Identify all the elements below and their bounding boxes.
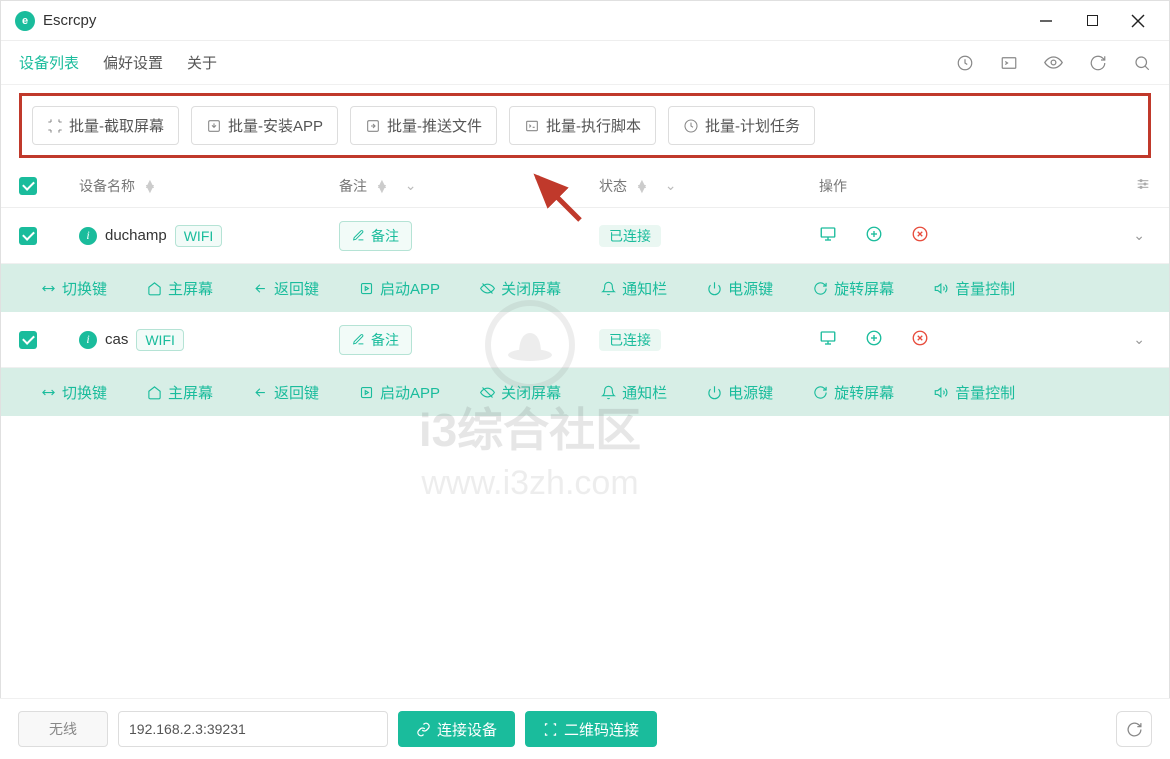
action-switch-key[interactable]: 切换键 [41,382,107,403]
action-row: 切换键 主屏幕 返回键 启动APP 关闭屏幕 通知栏 电源键 旋转屏幕 音量控制 [1,368,1169,416]
action-notification[interactable]: 通知栏 [601,278,667,299]
action-notification[interactable]: 通知栏 [601,382,667,403]
remove-icon[interactable] [911,225,929,246]
action-launch-app[interactable]: 启动APP [359,278,440,299]
screen-icon[interactable] [819,225,837,246]
sort-icon: ▲▼ [375,181,389,191]
batch-script-label: 批量-执行脚本 [546,115,641,136]
batch-schedule-button[interactable]: 批量-计划任务 [668,106,815,145]
select-all-checkbox[interactable] [19,177,37,195]
action-close-screen[interactable]: 关闭屏幕 [480,382,561,403]
action-launch-app[interactable]: 启动APP [359,382,440,403]
action-volume[interactable]: 音量控制 [934,278,1015,299]
action-back[interactable]: 返回键 [253,382,319,403]
action-power[interactable]: 电源键 [707,382,773,403]
collapse-icon[interactable]: ⌄ [1059,331,1151,348]
action-home[interactable]: 主屏幕 [147,278,213,299]
header-name[interactable]: 设备名称▲▼ [79,176,339,196]
titlebar: e Escrcpy [1,1,1169,41]
refresh-icon[interactable] [1089,54,1107,72]
screen-icon[interactable] [819,329,837,350]
status-badge: 已连接 [599,329,661,351]
header-status[interactable]: 状态▲▼ ⌄ [599,176,819,196]
remark-button[interactable]: 备注 [339,325,412,355]
connect-button[interactable]: 连接设备 [398,711,515,747]
status-badge: 已连接 [599,225,661,247]
history-icon[interactable] [956,54,974,72]
action-close-screen[interactable]: 关闭屏幕 [480,278,561,299]
terminal-icon[interactable] [1000,54,1018,72]
header-operate: 操作 [819,176,1059,196]
header-remark[interactable]: 备注▲▼ ⌄ [339,176,599,196]
action-volume[interactable]: 音量控制 [934,382,1015,403]
batch-screenshot-label: 批量-截取屏幕 [69,115,164,136]
device-name: duchamp [105,227,167,244]
qr-connect-button[interactable]: 二维码连接 [525,711,657,747]
add-icon[interactable] [865,225,883,246]
app-title: Escrcpy [43,12,96,29]
tab-about[interactable]: 关于 [187,52,217,73]
settings-icon[interactable] [1135,176,1151,195]
minimize-button[interactable] [1023,5,1069,37]
tab-row: 设备列表 偏好设置 关于 [1,41,1169,85]
remove-icon[interactable] [911,329,929,350]
action-back[interactable]: 返回键 [253,278,319,299]
row-checkbox[interactable] [19,331,37,349]
connection-mode[interactable]: 无线 [18,711,108,747]
search-icon[interactable] [1133,54,1151,72]
batch-push-label: 批量-推送文件 [387,115,482,136]
action-rotate[interactable]: 旋转屏幕 [813,278,894,299]
app-logo: e [15,11,35,31]
action-home[interactable]: 主屏幕 [147,382,213,403]
info-icon[interactable]: i [79,331,97,349]
action-power[interactable]: 电源键 [707,278,773,299]
collapse-icon[interactable]: ⌄ [1059,227,1151,244]
action-switch-key[interactable]: 切换键 [41,278,107,299]
refresh-button[interactable] [1116,711,1152,747]
batch-screenshot-button[interactable]: 批量-截取屏幕 [32,106,179,145]
batch-script-button[interactable]: 批量-执行脚本 [509,106,656,145]
remark-button[interactable]: 备注 [339,221,412,251]
close-button[interactable] [1115,5,1161,37]
batch-install-button[interactable]: 批量-安装APP [191,106,338,145]
batch-schedule-label: 批量-计划任务 [705,115,800,136]
action-rotate[interactable]: 旋转屏幕 [813,382,894,403]
maximize-button[interactable] [1069,5,1115,37]
add-icon[interactable] [865,329,883,350]
table-header: 设备名称▲▼ 备注▲▼ ⌄ 状态▲▼ ⌄ 操作 [1,164,1169,208]
sort-icon: ▲▼ [635,181,649,191]
address-input[interactable] [118,711,388,747]
batch-install-label: 批量-安装APP [228,115,323,136]
table-row: i cas WIFI 备注 已连接 ⌄ [1,312,1169,368]
action-row: 切换键 主屏幕 返回键 启动APP 关闭屏幕 通知栏 电源键 旋转屏幕 音量控制 [1,264,1169,312]
wifi-badge: WIFI [175,225,223,247]
info-icon[interactable]: i [79,227,97,245]
footer: 无线 连接设备 二维码连接 [0,698,1170,759]
tab-preferences[interactable]: 偏好设置 [103,52,163,73]
chevron-down-icon[interactable]: ⌄ [405,177,417,194]
tab-device-list[interactable]: 设备列表 [19,52,79,73]
table-row: i duchamp WIFI 备注 已连接 ⌄ [1,208,1169,264]
chevron-down-icon[interactable]: ⌄ [665,177,677,194]
batch-push-button[interactable]: 批量-推送文件 [350,106,497,145]
sort-icon: ▲▼ [143,181,157,191]
row-checkbox[interactable] [19,227,37,245]
batch-actions-highlight: 批量-截取屏幕 批量-安装APP 批量-推送文件 批量-执行脚本 批量-计划任务 [19,93,1151,158]
eye-icon[interactable] [1044,53,1063,72]
wifi-badge: WIFI [136,329,184,351]
device-name: cas [105,331,128,348]
